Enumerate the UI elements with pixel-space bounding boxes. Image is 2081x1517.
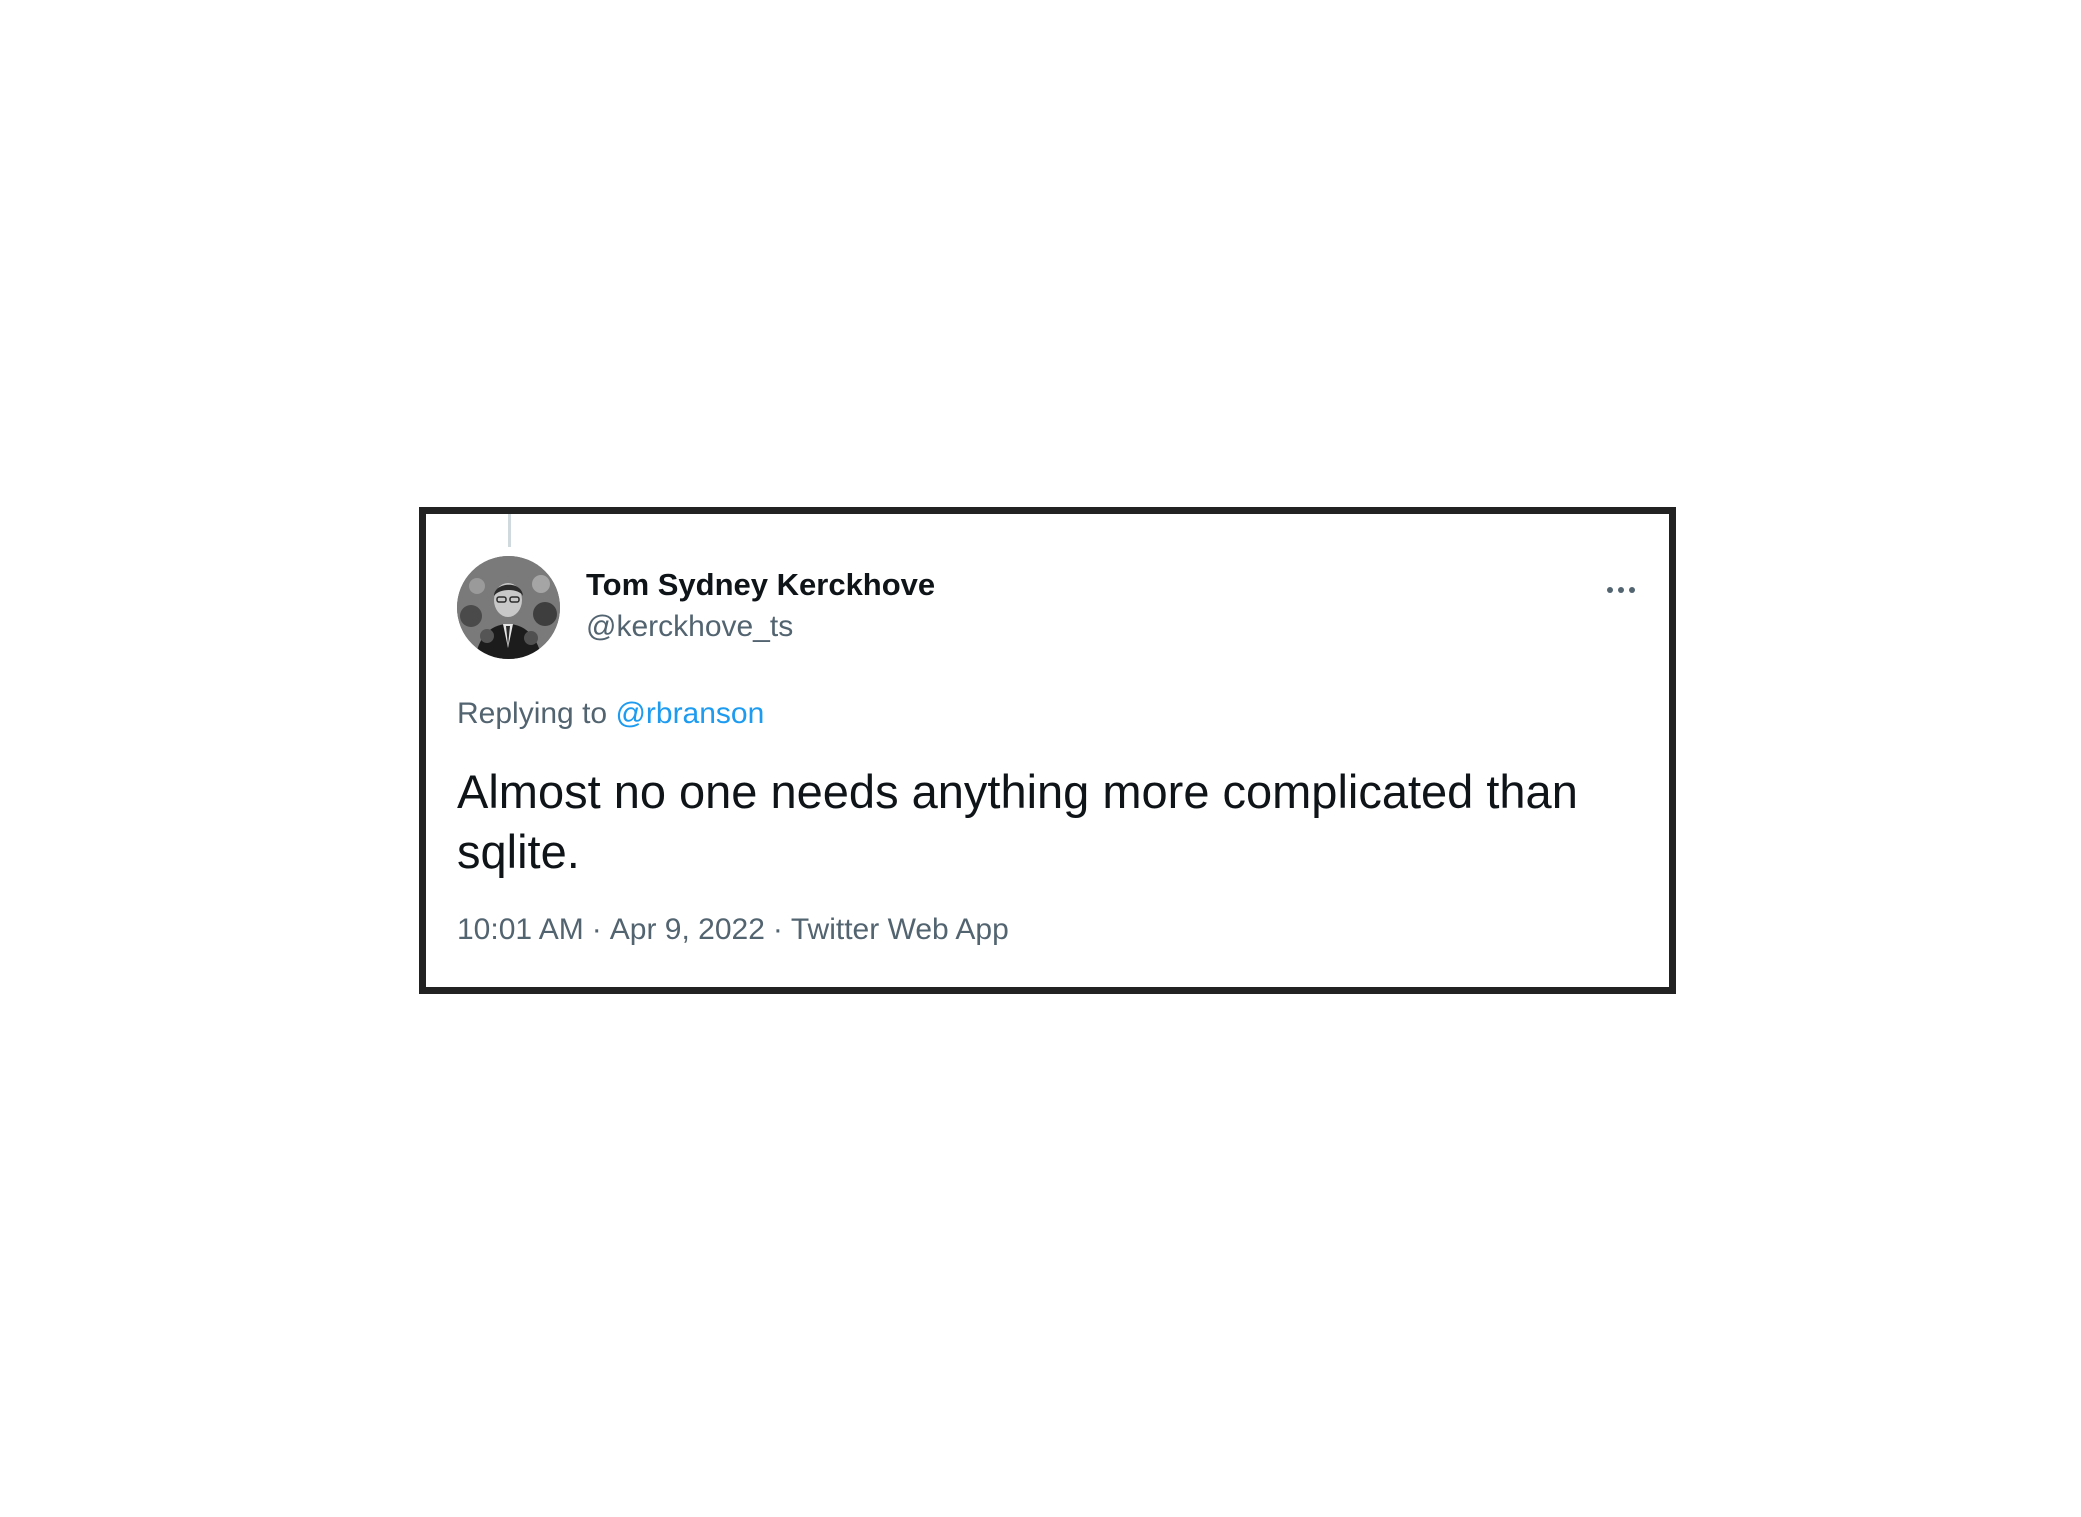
replying-to-label: Replying to [457, 697, 616, 730]
meta-separator: · [772, 913, 783, 946]
author-handle[interactable]: @kerckhove_ts [586, 610, 793, 644]
thread-connector-line [508, 514, 511, 547]
more-horizontal-icon [1607, 587, 1635, 593]
tweet-text: Almost no one needs anything more compli… [457, 765, 1578, 878]
tweet-source: Twitter Web App [790, 913, 1009, 946]
author-display-name[interactable]: Tom Sydney Kerckhove [586, 567, 935, 603]
avatar-photo [457, 556, 560, 659]
meta-separator: · [591, 913, 602, 946]
avatar[interactable] [457, 556, 560, 659]
tweet-meta: 10:01 AM · Apr 9, 2022 · Twitter Web App [457, 913, 1009, 947]
tweet-time[interactable]: 10:01 AM [457, 913, 584, 946]
replying-to-line: Replying to @rbranson [457, 697, 764, 731]
more-options-button[interactable] [1597, 570, 1645, 610]
tweet-date[interactable]: Apr 9, 2022 [610, 913, 765, 946]
tweet-card: Tom Sydney Kerckhove @kerckhove_ts Reply… [419, 507, 1676, 994]
reply-mention-link[interactable]: @rbranson [615, 697, 764, 730]
